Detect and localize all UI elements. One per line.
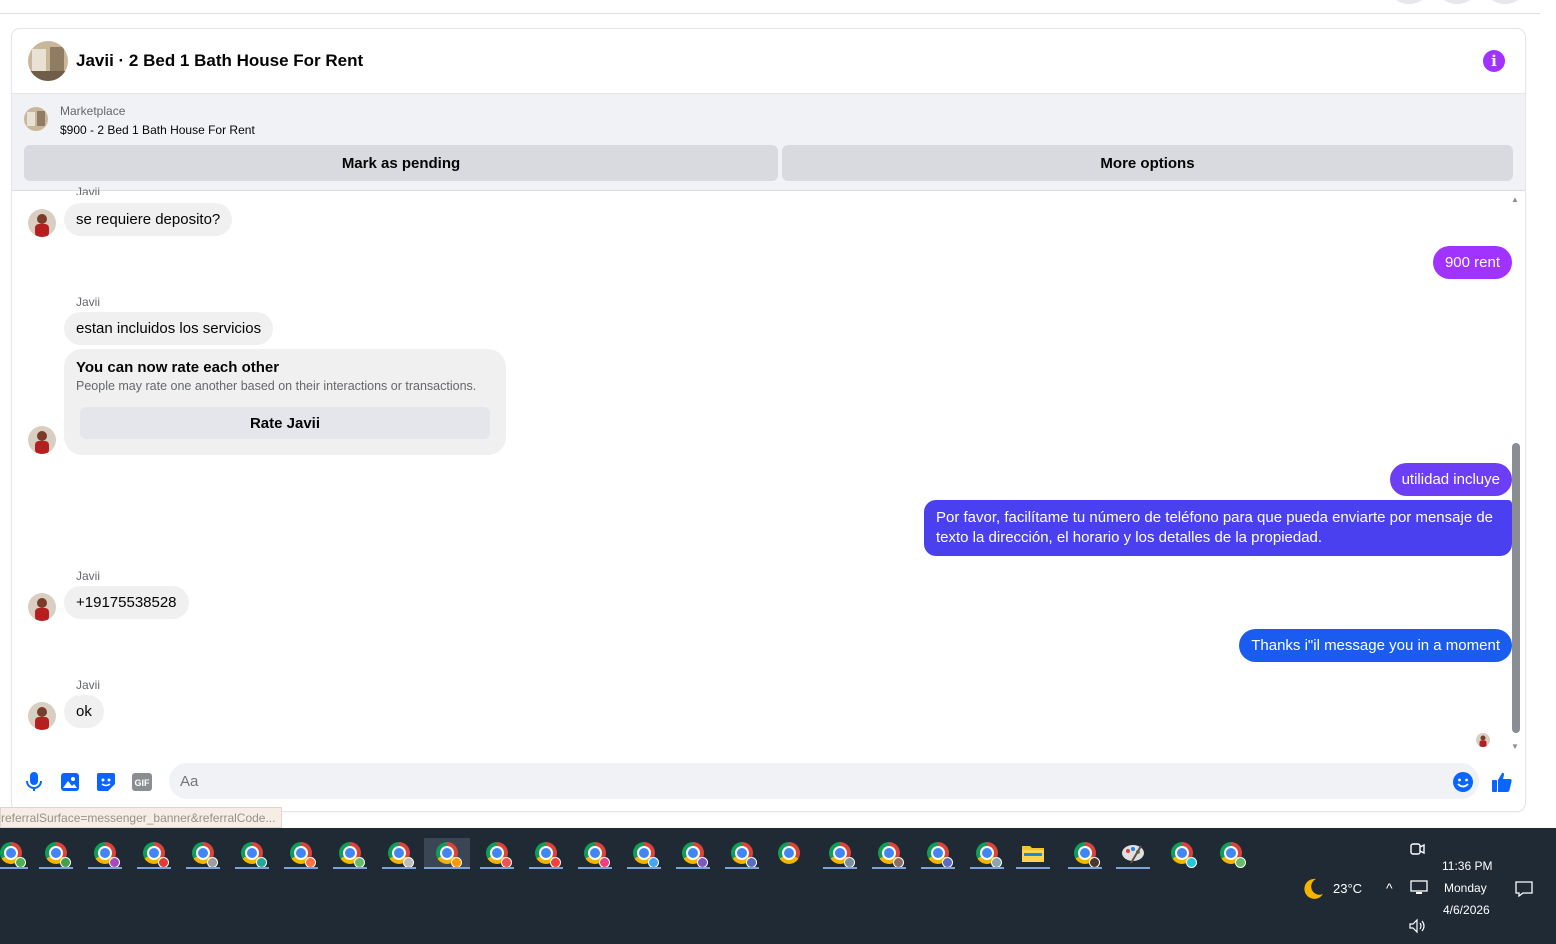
chat-header: Javii · 2 Bed 1 Bath House For Rent i	[12, 29, 1525, 93]
rating-card-description: People may rate one another based on the…	[76, 379, 477, 393]
marketplace-banner: Marketplace $900 - 2 Bed 1 Bath House Fo…	[12, 93, 1525, 191]
incoming-message[interactable]: +19175538528	[64, 586, 189, 619]
clock-date[interactable]: 4/6/2026	[1443, 903, 1490, 917]
avatar[interactable]	[28, 426, 56, 454]
browser-top-strip	[0, 0, 1540, 14]
message-line: texto la dirección, el horario y los det…	[936, 529, 1323, 546]
sender-name: Javii	[76, 185, 101, 195]
notifications-icon[interactable]	[1514, 880, 1534, 898]
more-options-button[interactable]: More options	[782, 145, 1513, 181]
microphone-icon[interactable]	[23, 771, 45, 793]
conversation-title[interactable]: Javii · 2 Bed 1 Bath House For Rent	[76, 51, 363, 71]
chrome-app-icon-active[interactable]	[424, 838, 470, 869]
chrome-app-icon[interactable]	[1214, 838, 1248, 868]
moon-weather-icon[interactable]	[1300, 876, 1326, 902]
scroll-up-arrow[interactable]: ▲	[1511, 195, 1519, 204]
chrome-app-icon[interactable]	[284, 838, 318, 869]
sender-name: Javii	[76, 678, 101, 692]
chrome-app-icon[interactable]	[529, 838, 563, 869]
chrome-app-icon[interactable]	[921, 838, 955, 869]
avatar[interactable]	[28, 593, 56, 621]
rating-card-title: You can now rate each other	[76, 359, 280, 376]
avatar[interactable]	[28, 702, 56, 730]
thread-scrollbar[interactable]: ▲ ▼	[1511, 195, 1521, 751]
toolbar-button[interactable]	[1394, 0, 1424, 4]
thumbs-up-icon[interactable]	[1491, 771, 1513, 793]
incoming-message[interactable]: ok	[64, 695, 104, 728]
status-bar-url: referralSurface=messenger_banner&referra…	[0, 807, 283, 828]
message-input[interactable]	[169, 763, 1479, 799]
rating-card: You can now rate each other People may r…	[64, 349, 506, 455]
chrome-app-icon[interactable]	[39, 838, 73, 869]
chrome-app-icon[interactable]	[186, 838, 220, 869]
chrome-app-icon[interactable]	[137, 838, 171, 869]
chrome-app-icon[interactable]	[578, 838, 612, 869]
gif-label: GIF	[135, 778, 151, 788]
chrome-app-icon[interactable]	[88, 838, 122, 869]
chrome-app-icon[interactable]	[480, 838, 514, 869]
toolbar-button[interactable]	[1490, 0, 1520, 4]
sticker-icon[interactable]	[95, 771, 117, 793]
scrollbar-thumb[interactable]	[1512, 443, 1520, 733]
chrome-app-icon[interactable]	[970, 838, 1004, 869]
outgoing-message[interactable]: 900 rent	[1432, 246, 1512, 279]
outgoing-message[interactable]: utilidad incluye	[1389, 463, 1512, 496]
incoming-message[interactable]: estan incluidos los servicios	[64, 312, 274, 345]
chrome-app-icon[interactable]	[1068, 838, 1102, 869]
sender-name: Javii	[76, 569, 101, 583]
messenger-chat-window: Javii · 2 Bed 1 Bath House For Rent i Ma…	[12, 29, 1525, 811]
toolbar-button[interactable]	[1442, 0, 1472, 4]
network-icon[interactable]	[1410, 880, 1428, 896]
chrome-app-icon[interactable]	[676, 838, 710, 869]
emoji-icon[interactable]	[1452, 771, 1474, 793]
chrome-app-icon[interactable]	[823, 838, 857, 869]
meet-now-icon[interactable]	[1408, 840, 1426, 858]
info-icon[interactable]: i	[1483, 50, 1505, 72]
listing-title[interactable]: $900 - 2 Bed 1 Bath House For Rent	[60, 123, 255, 137]
clock-day[interactable]: Monday	[1444, 881, 1487, 895]
windows-taskbar: 23°C ^ 11:36 PM Monday 4/6/2026	[0, 828, 1556, 944]
avatar[interactable]	[28, 209, 56, 237]
read-receipt-avatar	[1476, 733, 1490, 747]
mark-as-pending-button[interactable]: Mark as pending	[24, 145, 778, 181]
file-explorer-icon[interactable]	[1016, 838, 1050, 869]
chrome-app-icon[interactable]	[1165, 838, 1199, 868]
weather-temperature[interactable]: 23°C	[1333, 881, 1362, 896]
message-line: Por favor, facilítame tu número de teléf…	[936, 509, 1494, 526]
chrome-app-icon[interactable]	[333, 838, 367, 869]
clock-time[interactable]: 11:36 PM	[1442, 859, 1492, 873]
message-thread: Javii se requiere deposito? 900 rent Jav…	[12, 185, 1525, 751]
chrome-app-icon[interactable]	[627, 838, 661, 869]
chevron-up-icon[interactable]: ^	[1386, 880, 1393, 896]
scroll-down-arrow[interactable]: ▼	[1511, 742, 1519, 751]
chrome-app-icon[interactable]	[235, 838, 269, 869]
chrome-app-icon[interactable]	[0, 838, 28, 869]
incoming-message[interactable]: se requiere deposito?	[64, 203, 233, 236]
chrome-app-icon[interactable]	[872, 838, 906, 869]
sender-name: Javii	[76, 295, 101, 309]
outgoing-message-long[interactable]: Por favor, facilítame tu número de teléf…	[924, 500, 1512, 556]
message-composer: GIF	[12, 763, 1525, 801]
marketplace-label: Marketplace	[60, 104, 126, 118]
rate-javii-button[interactable]: Rate Javii	[80, 407, 490, 439]
photo-icon[interactable]	[59, 771, 81, 793]
chrome-app-icon[interactable]	[382, 838, 416, 869]
outgoing-message[interactable]: Thanks i"il message you in a moment	[1239, 629, 1512, 662]
chrome-app-icon[interactable]	[725, 838, 759, 869]
listing-thumbnail[interactable]	[24, 107, 48, 131]
gif-icon[interactable]: GIF	[131, 771, 153, 793]
volume-icon[interactable]	[1408, 918, 1428, 934]
paint-app-icon[interactable]	[1116, 838, 1150, 869]
listing-avatar[interactable]	[28, 41, 68, 81]
chrome-app-icon[interactable]	[772, 838, 806, 868]
